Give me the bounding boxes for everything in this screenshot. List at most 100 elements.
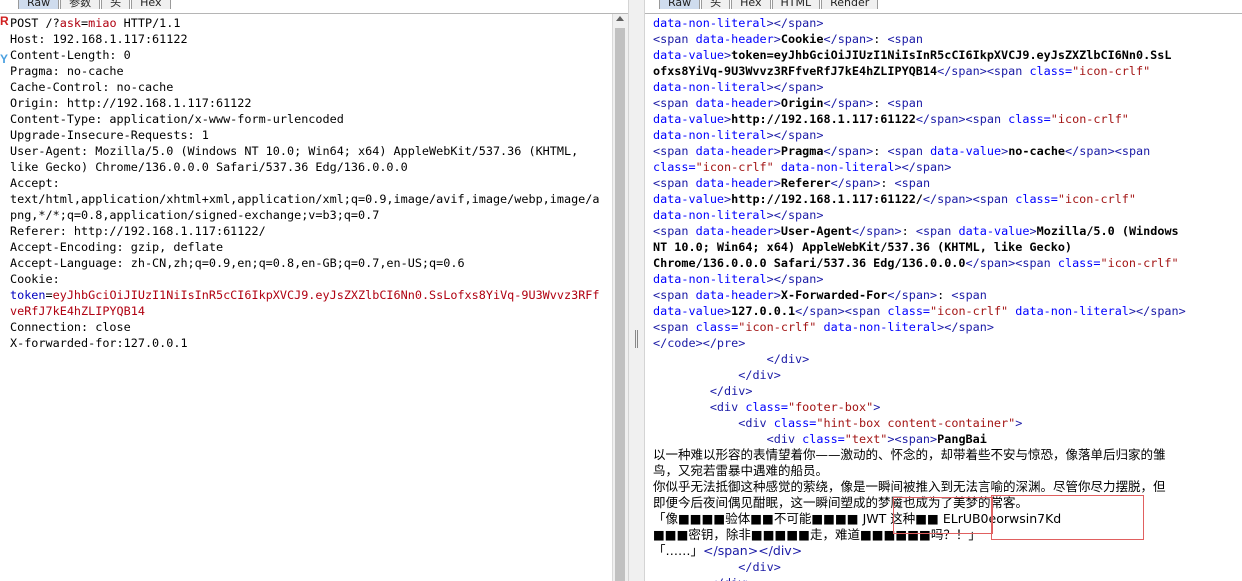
code-token: :	[937, 288, 952, 302]
code-token: Content-Type: application/x-www-form-url…	[10, 112, 344, 126]
tab-params[interactable]: 参数	[60, 0, 101, 9]
tab-render[interactable]: Render	[821, 0, 879, 9]
request-pane: R Y Raw 参数 头 Hex POST /?ask=miao HTTP/1.…	[0, 0, 628, 581]
response-line: data-value>token=eyJhbGciOiJIUzI1NiIsInR…	[653, 47, 1238, 63]
response-line: <div class="footer-box">	[653, 399, 1238, 415]
code-token: </div>	[738, 560, 781, 574]
code-token: "footer-box"	[787, 400, 874, 414]
code-token: http://192.168.1.117:61122	[731, 112, 916, 126]
code-token: data-non-literal	[653, 208, 767, 222]
code-token: Connection: close	[10, 320, 131, 334]
code-token: Chrome/136.0.0.0 Safari/537.36 Edg/136.0…	[653, 256, 966, 270]
code-token: ></span>	[766, 80, 824, 94]
code-token: <div	[738, 416, 774, 430]
code-token: class=	[773, 416, 817, 430]
response-line: 「……」</span></div>	[653, 543, 1238, 559]
code-token: </span>	[830, 176, 881, 190]
pane-splitter[interactable]	[628, 0, 645, 581]
request-line: Content-Type: application/x-www-form-url…	[10, 111, 610, 127]
left-edge-strip: R Y	[0, 0, 9, 581]
code-token: <span	[972, 192, 1016, 206]
code-token: Accept-Language: zh-CN,zh;q=0.9,en;q=0.8…	[10, 256, 465, 270]
code-token: >	[773, 288, 781, 302]
response-line: 你似乎无法抵御这种感觉的萦绕，像是一瞬间被推入到无法言喻的深渊。尽管你尽力摆脱，…	[653, 479, 1238, 495]
code-token: >	[873, 400, 881, 414]
code-token: </div>	[710, 576, 753, 581]
code-token: <span	[653, 144, 696, 158]
request-line: X-forwarded-for:127.0.0.1	[10, 335, 610, 351]
response-line: <span class="icon-crlf" data-non-literal…	[653, 319, 1238, 335]
code-token: "icon-crlf"	[1050, 112, 1129, 126]
tab-raw[interactable]: Raw	[18, 0, 60, 9]
code-token: <span	[887, 32, 923, 46]
scroll-thumb[interactable]	[615, 28, 625, 581]
code-token: data-non-literal	[653, 16, 767, 30]
code-token: ask	[59, 16, 82, 30]
code-token: Pragma: no-cache	[10, 64, 124, 78]
code-token: :	[873, 144, 888, 158]
code-token: ></span>	[937, 320, 994, 334]
code-token: Mozilla/5.0 (Windows	[1036, 224, 1179, 238]
code-token: <span	[1015, 256, 1058, 270]
code-token: 以一种难以形容的表情望着你——激动的、怀念的，却带着些不安与惊恐，像落单后归家的…	[653, 447, 1166, 462]
tab-html[interactable]: HTML	[771, 0, 821, 9]
code-token: "hint-box content-container"	[816, 416, 1016, 430]
code-token: >	[773, 96, 781, 110]
code-token: "icon-crlf"	[738, 320, 817, 334]
code-token: 127.0.0.1	[731, 304, 796, 318]
request-scrollbar[interactable]	[612, 14, 628, 581]
code-token: >	[773, 176, 781, 190]
code-token: data-non-literal	[653, 128, 767, 142]
code-token: >	[1015, 416, 1023, 430]
tab-raw[interactable]: Raw	[659, 0, 701, 9]
response-line: <span data-header>User-Agent</span>: <sp…	[653, 223, 1238, 239]
request-line: Cache-Control: no-cache	[10, 79, 610, 95]
code-token: data-header	[695, 32, 774, 46]
edge-mark-r: R	[0, 14, 9, 28]
code-token: class=	[1057, 256, 1101, 270]
splitter-grip-icon[interactable]	[635, 330, 638, 348]
code-token: ></span>	[766, 208, 824, 222]
response-line: </div>	[653, 575, 1238, 581]
code-token: png,*/*;q=0.8,application/signed-exchang…	[10, 208, 380, 222]
edge-mark-y: Y	[0, 52, 9, 66]
code-token: data-non-literal	[653, 80, 767, 94]
code-token: <span	[986, 64, 1030, 78]
code-token: Accept-Encoding: gzip, deflate	[10, 240, 224, 254]
code-token: Origin	[780, 96, 824, 110]
code-token: http://192.168.1.117:61122/	[731, 192, 923, 206]
response-tabbar: Raw 头 Hex HTML Render	[659, 0, 879, 9]
code-token: </span>	[915, 112, 966, 126]
code-token: "icon-crlf"	[1057, 192, 1137, 206]
code-token: ></	[766, 16, 788, 30]
request-line: Upgrade-Insecure-Requests: 1	[10, 127, 610, 143]
code-token: data-header	[695, 144, 774, 158]
request-line: Host: 192.168.1.117:61122	[10, 31, 610, 47]
code-token: <span	[887, 96, 923, 110]
code-token: class=	[1015, 192, 1058, 206]
code-token: Origin: http://192.168.1.117:61122	[10, 96, 252, 110]
code-token: class=	[887, 304, 931, 318]
scroll-up-arrow-icon[interactable]	[616, 16, 624, 21]
tab-headers[interactable]: 头	[101, 0, 131, 9]
code-token: token	[10, 288, 46, 302]
request-line: Accept:	[10, 175, 610, 191]
response-line: class="icon-crlf" data-non-literal></spa…	[653, 159, 1238, 175]
code-token: </div>	[766, 352, 810, 366]
code-token: <span	[951, 288, 987, 302]
code-token: <span	[887, 144, 931, 158]
code-token: Pragma	[780, 144, 824, 158]
request-line: Accept-Language: zh-CN,zh;q=0.9,en;q=0.8…	[10, 255, 610, 271]
response-line: data-non-literal></span>	[653, 127, 1238, 143]
code-token: span	[787, 16, 817, 30]
request-line: png,*/*;q=0.8,application/signed-exchang…	[10, 207, 610, 223]
tab-headers[interactable]: 头	[701, 0, 731, 9]
code-token: Cookie:	[10, 272, 60, 286]
code-token: User-Agent: Mozilla/5.0 (Windows NT 10.0…	[10, 144, 579, 158]
response-line: <div class="text"><span>PangBai	[653, 431, 1238, 447]
request-editor[interactable]: POST /?ask=miao HTTP/1.1 Host: 192.168.1.…	[10, 15, 610, 351]
code-token: NT 10.0; Win64; x64) AppleWebKit/537.36 …	[653, 240, 1073, 254]
code-token: <span	[653, 32, 696, 46]
tab-hex[interactable]: Hex	[131, 0, 171, 9]
tab-hex[interactable]: Hex	[731, 0, 771, 9]
